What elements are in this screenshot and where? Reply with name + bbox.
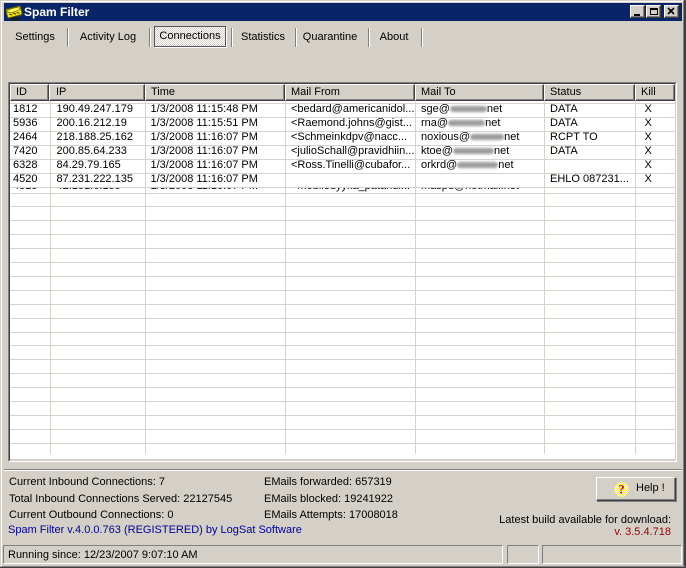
svg-text:?: ? [618, 483, 624, 497]
